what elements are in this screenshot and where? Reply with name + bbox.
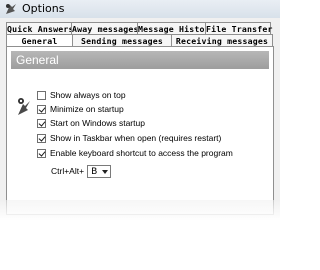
option-show-in-taskbar[interactable]: Show in Taskbar when open (requires rest… xyxy=(37,132,221,144)
option-label: Start on Windows startup xyxy=(50,118,145,128)
chevron-down-icon[interactable] xyxy=(102,169,109,174)
checkbox-checked[interactable] xyxy=(37,118,46,128)
tab-message-history[interactable]: Message History xyxy=(137,22,215,34)
option-label: Show always on top xyxy=(50,90,126,100)
general-panel: General Show always on top Minimize on s… xyxy=(6,46,274,215)
option-label: Enable keyboard shortcut to access the p… xyxy=(50,148,233,158)
shortcut-key-value: B xyxy=(91,166,98,177)
settings-tool-icon xyxy=(18,98,30,115)
option-minimize-on-startup[interactable]: Minimize on startup xyxy=(37,103,124,115)
option-always-on-top[interactable]: Show always on top xyxy=(37,89,126,101)
checkbox[interactable] xyxy=(37,90,46,100)
shortcut-row: Ctrl+Alt+ B xyxy=(51,164,112,178)
tab-row-top: Quick Answers Away messages Message Hist… xyxy=(6,22,272,34)
checkbox-checked[interactable] xyxy=(37,148,46,158)
window-title: Options xyxy=(22,2,65,15)
option-keyboard-shortcut[interactable]: Enable keyboard shortcut to access the p… xyxy=(37,147,233,159)
section-title: General xyxy=(16,53,59,67)
section-header: General xyxy=(11,51,269,69)
checkbox-checked[interactable] xyxy=(37,104,46,114)
options-dialog: Quick Answers Away messages Message Hist… xyxy=(0,18,280,218)
tab-away-messages[interactable]: Away messages xyxy=(71,22,138,34)
shortcut-label: Ctrl+Alt+ xyxy=(51,166,85,176)
shortcut-key-select[interactable]: B xyxy=(87,164,112,178)
tab-row-bottom: General Sending messages Receiving messa… xyxy=(6,34,273,47)
tab-receiving-messages[interactable]: Receiving messages xyxy=(171,34,273,46)
tab-quick-answers[interactable]: Quick Answers xyxy=(6,22,73,34)
bottom-fade xyxy=(0,200,280,270)
tab-file-transfer[interactable]: File Transfer xyxy=(205,22,272,34)
option-label: Show in Taskbar when open (requires rest… xyxy=(50,133,222,143)
app-icon xyxy=(6,4,16,14)
tab-sending-messages[interactable]: Sending messages xyxy=(72,34,172,46)
option-start-on-windows-startup[interactable]: Start on Windows startup xyxy=(37,117,145,129)
option-label: Minimize on startup xyxy=(50,104,124,114)
title-bar: Options xyxy=(0,0,280,19)
checkbox-checked[interactable] xyxy=(37,133,46,143)
